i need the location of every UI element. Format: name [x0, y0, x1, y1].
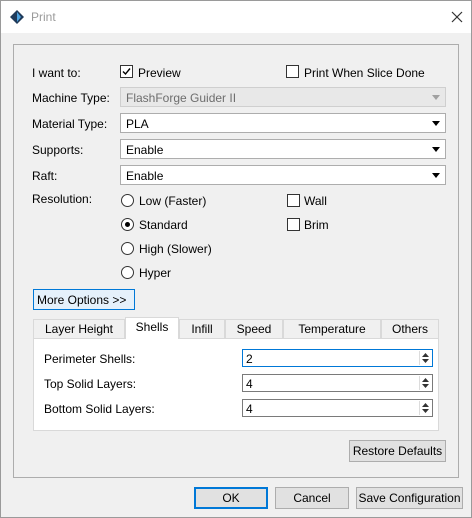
spin-arrows[interactable]: [419, 351, 431, 365]
close-icon: [451, 11, 463, 23]
i-want-to-label: I want to:: [32, 66, 81, 80]
more-options-button[interactable]: More Options >>: [33, 289, 135, 310]
spin-down-icon: [422, 384, 429, 388]
shells-tab-panel: Perimeter Shells: 2 Top Solid Layers: 4 …: [33, 338, 439, 431]
spin-up-icon: [422, 378, 429, 382]
chevron-down-icon: [432, 95, 440, 100]
print-when-slice-done-label: Print When Slice Done: [304, 66, 425, 80]
chevron-down-icon: [432, 147, 440, 152]
cancel-label: Cancel: [293, 491, 331, 505]
ok-label: OK: [222, 491, 240, 505]
resolution-standard-radio[interactable]: [121, 218, 134, 231]
material-type-value: PLA: [126, 117, 149, 131]
ok-button[interactable]: OK: [194, 487, 268, 509]
tab-label: Speed: [236, 322, 272, 336]
bottom-solid-layers-spinbox[interactable]: 4: [242, 399, 433, 417]
radio-selected-dot: [125, 222, 130, 227]
material-type-label: Material Type:: [32, 117, 108, 131]
tab-speed[interactable]: Speed: [225, 319, 283, 339]
checkmark-icon: [122, 68, 131, 76]
print-when-slice-done-checkbox[interactable]: [286, 65, 299, 78]
top-solid-layers-label: Top Solid Layers:: [44, 377, 137, 391]
top-solid-layers-spinbox[interactable]: 4: [242, 374, 433, 392]
machine-type-label: Machine Type:: [32, 91, 110, 105]
spin-down-icon: [422, 359, 429, 363]
resolution-high-radio[interactable]: [121, 242, 134, 255]
raft-dropdown[interactable]: Enable: [120, 165, 446, 185]
supports-dropdown[interactable]: Enable: [120, 139, 446, 159]
top-solid-layers-value: 4: [246, 377, 253, 391]
cancel-button[interactable]: Cancel: [275, 487, 349, 509]
supports-value: Enable: [126, 143, 164, 157]
chevron-down-icon: [432, 173, 440, 178]
flashprint-diamond-icon: [10, 10, 24, 24]
spin-arrows[interactable]: [419, 401, 431, 415]
tab-label: Others: [391, 322, 428, 336]
resolution-low-label: Low (Faster): [139, 194, 207, 208]
tab-shells[interactable]: Shells: [125, 317, 179, 339]
tab-temperature[interactable]: Temperature: [283, 319, 381, 339]
spin-up-icon: [422, 353, 429, 357]
save-configuration-label: Save Configuration: [358, 491, 461, 505]
spin-down-icon: [422, 409, 429, 413]
chevron-down-icon: [432, 121, 440, 126]
machine-type-value: FlashForge Guider II: [126, 91, 237, 105]
spin-up-icon: [422, 403, 429, 407]
resolution-hyper-label: Hyper: [139, 266, 172, 280]
resolution-hyper-radio[interactable]: [121, 266, 134, 279]
raft-label: Raft:: [32, 169, 58, 183]
more-options-label: More Options >>: [37, 293, 127, 307]
spin-arrows[interactable]: [419, 376, 431, 390]
tab-label: Temperature: [298, 322, 366, 336]
preview-checkbox[interactable]: [120, 65, 133, 78]
resolution-high-label: High (Slower): [139, 242, 212, 256]
supports-label: Supports:: [32, 143, 84, 157]
brim-label: Brim: [304, 218, 329, 232]
perimeter-shells-spinbox[interactable]: 2: [242, 349, 433, 367]
window-title: Print: [31, 10, 56, 24]
resolution-standard-label: Standard: [139, 218, 188, 232]
resolution-low-radio[interactable]: [121, 194, 134, 207]
tab-infill[interactable]: Infill: [179, 319, 225, 339]
print-dialog: Print I want to: Preview Print When Slic…: [0, 0, 472, 518]
tab-others[interactable]: Others: [381, 319, 439, 339]
title-bar: Print: [1, 1, 471, 33]
perimeter-shells-value: 2: [246, 352, 253, 366]
material-type-dropdown[interactable]: PLA: [120, 113, 446, 133]
print-settings-group: I want to: Preview Print When Slice Done…: [13, 44, 459, 478]
preview-label: Preview: [138, 66, 181, 80]
restore-defaults-label: Restore Defaults: [352, 444, 443, 458]
perimeter-shells-label: Perimeter Shells:: [44, 352, 136, 366]
tab-label: Layer Height: [44, 322, 114, 336]
tab-bar: Layer Height Shells Infill Speed Tempera…: [33, 317, 439, 339]
brim-checkbox[interactable]: [287, 218, 300, 231]
resolution-label: Resolution:: [32, 192, 93, 206]
wall-label: Wall: [304, 194, 327, 208]
close-button[interactable]: [445, 5, 469, 29]
machine-type-dropdown[interactable]: FlashForge Guider II: [120, 87, 446, 107]
raft-value: Enable: [126, 169, 164, 183]
tab-layer-height[interactable]: Layer Height: [33, 319, 125, 339]
tab-label: Infill: [191, 322, 213, 336]
save-configuration-button[interactable]: Save Configuration: [356, 487, 463, 509]
bottom-solid-layers-label: Bottom Solid Layers:: [44, 402, 155, 416]
tab-label: Shells: [135, 320, 169, 334]
wall-checkbox[interactable]: [287, 194, 300, 207]
restore-defaults-button[interactable]: Restore Defaults: [349, 440, 446, 462]
bottom-solid-layers-value: 4: [246, 402, 253, 416]
